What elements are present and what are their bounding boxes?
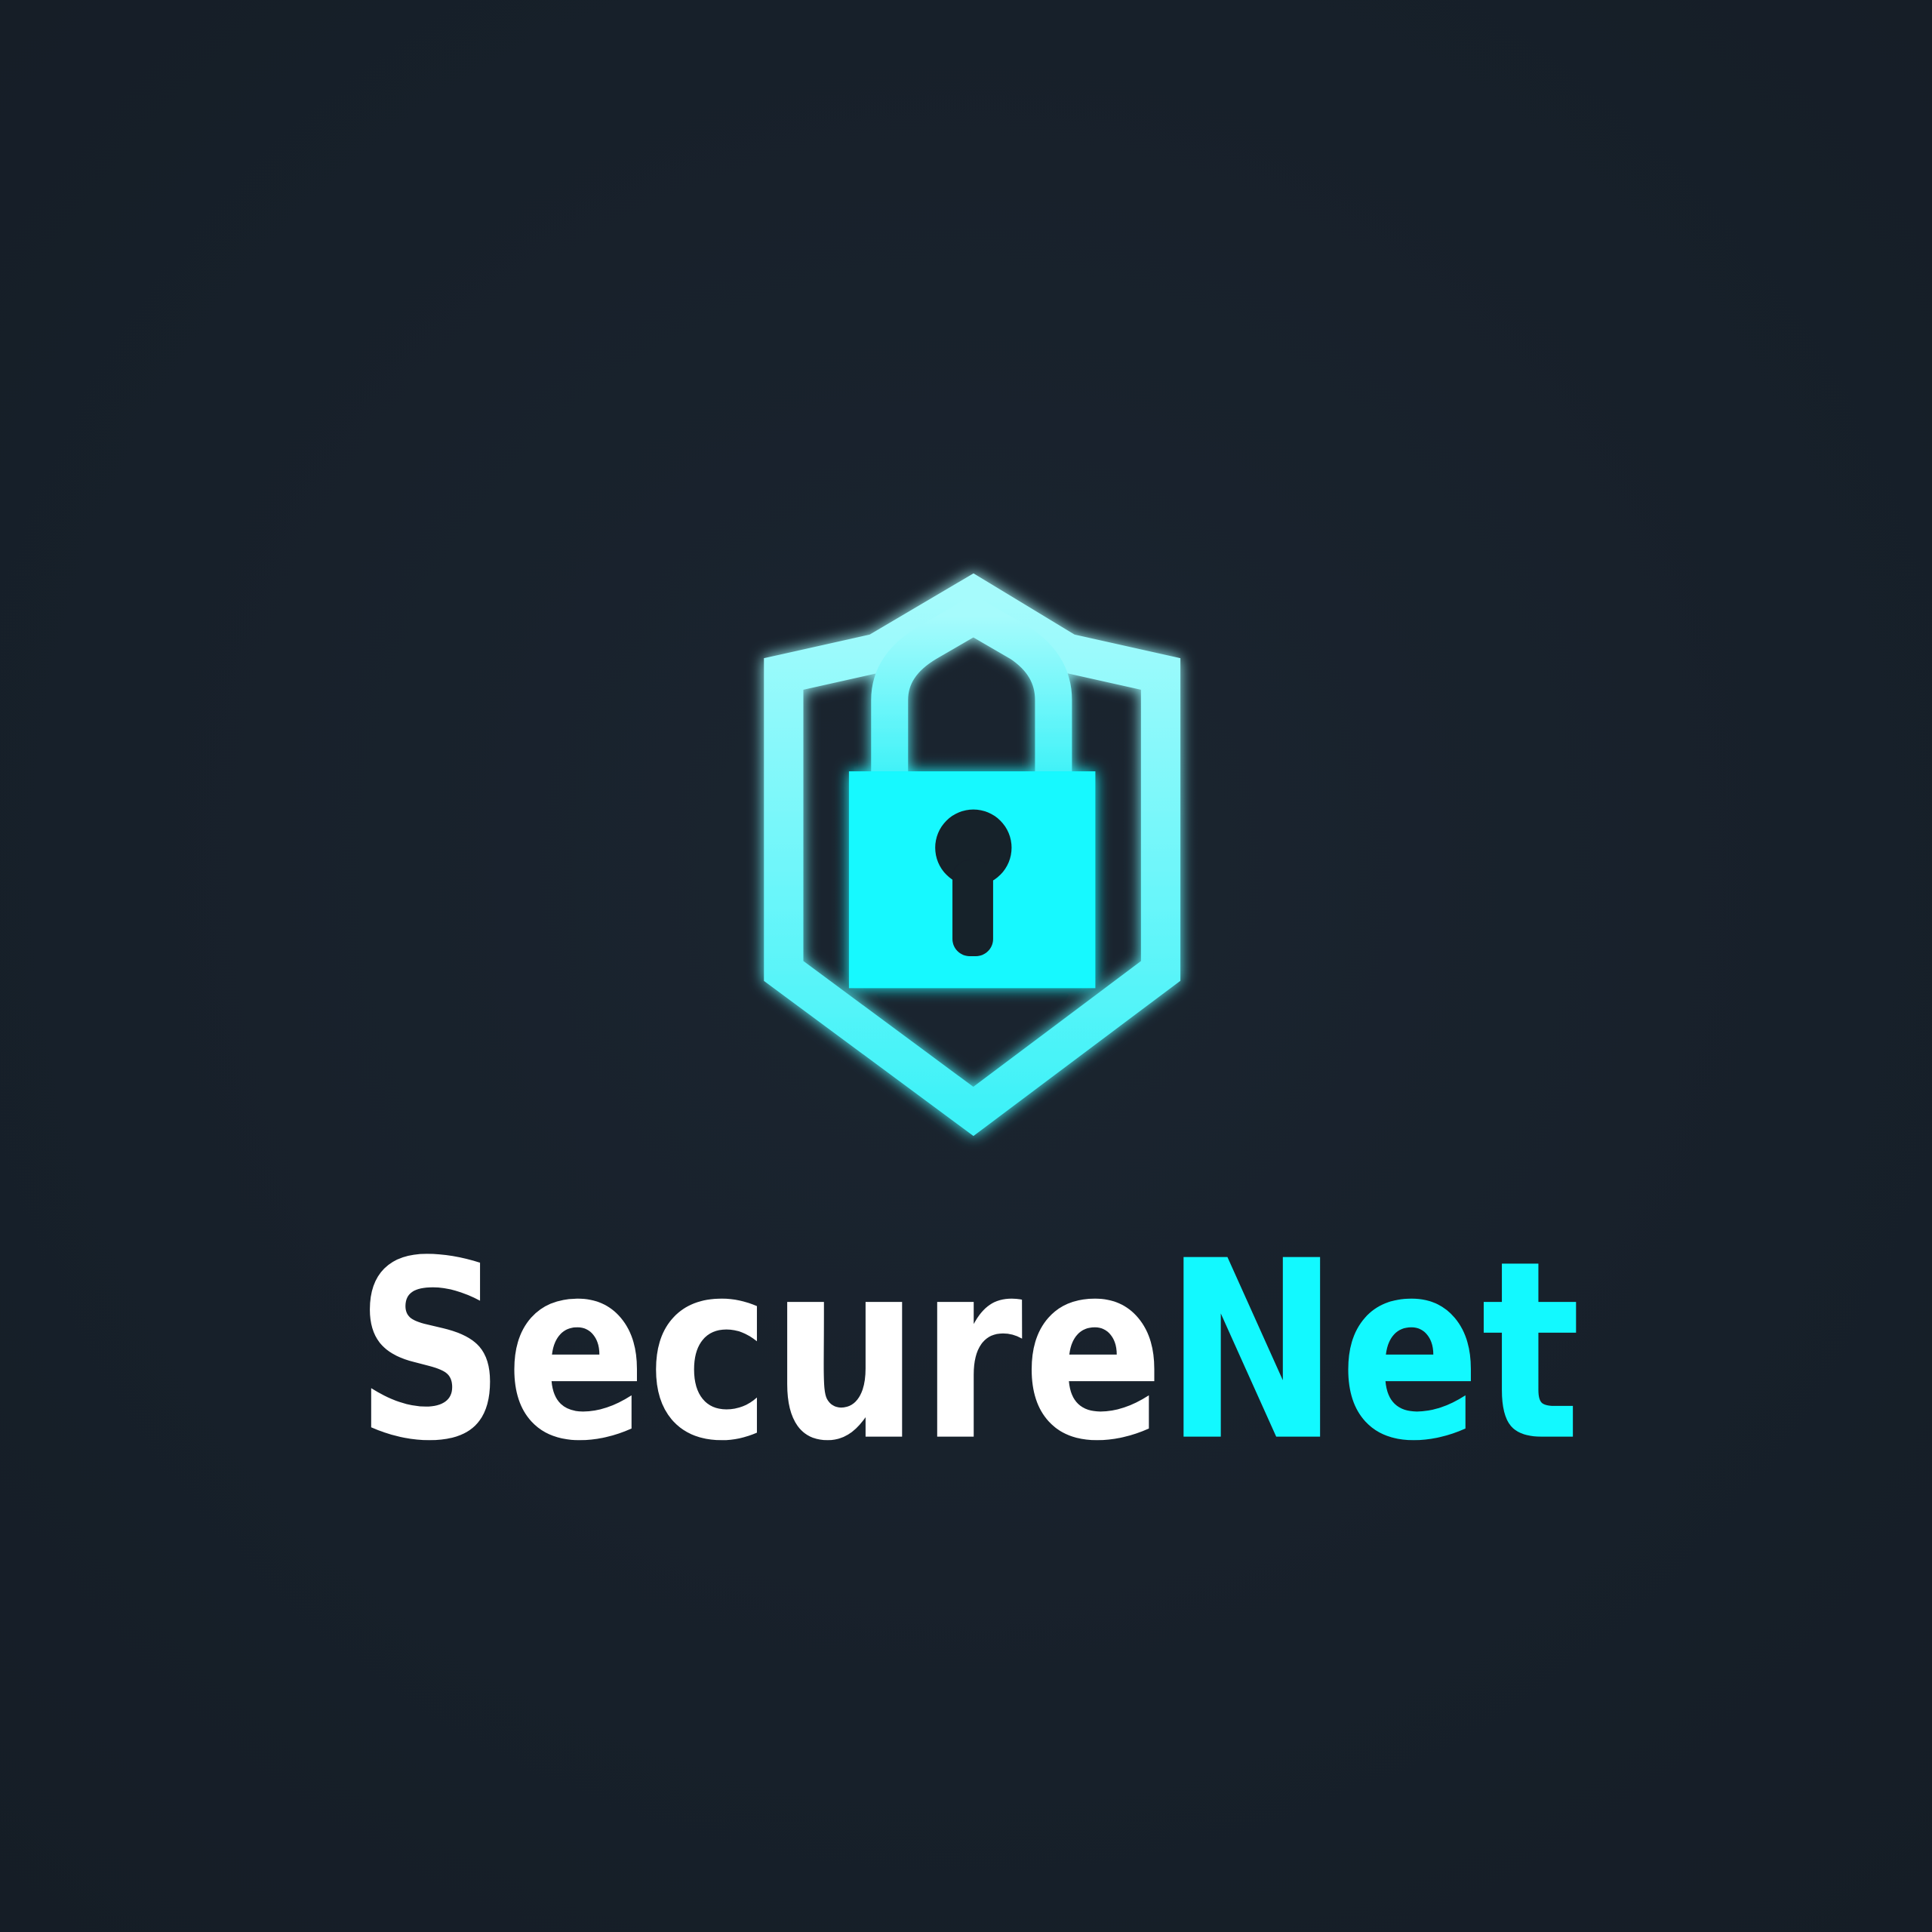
lock-shackle — [871, 595, 1072, 777]
brand-name-net: Net — [1164, 1209, 1581, 1496]
brand-wordmark: SecureNet — [355, 1209, 1580, 1496]
shield-lock-icon — [764, 573, 1181, 1137]
brand-name-secure: Secure — [355, 1209, 1164, 1496]
securenet-logo: SecureNet — [355, 573, 1581, 1496]
